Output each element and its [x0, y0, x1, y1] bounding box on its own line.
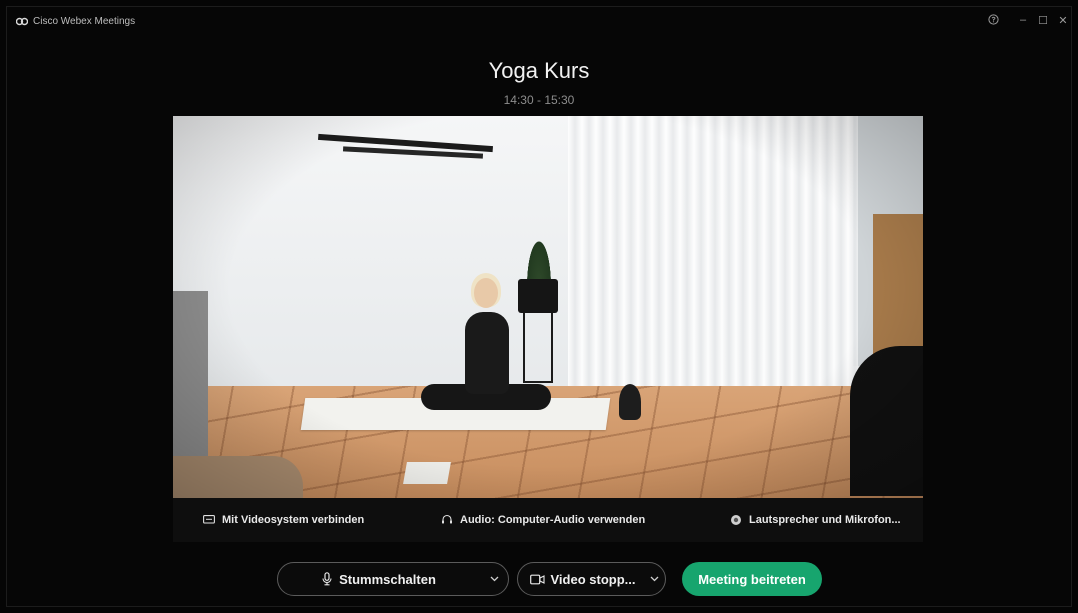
audio-connection-label: Audio: Computer-Audio verwenden [460, 514, 646, 526]
help-icon[interactable] [985, 14, 1001, 28]
camera-icon [529, 574, 545, 584]
stop-video-button[interactable]: Video stopp... [518, 563, 643, 595]
close-icon[interactable]: ✕ [1055, 14, 1071, 27]
meeting-title: Yoga Kurs [488, 58, 590, 83]
microphone-icon [322, 572, 332, 586]
meeting-time: 14:30 - 15:30 [503, 93, 575, 107]
mute-options-dropdown[interactable] [480, 563, 508, 595]
video-control: Video stopp... [517, 562, 666, 596]
audio-connection-button[interactable]: Audio: Computer-Audio verwenden [441, 498, 645, 542]
speaker-microphone-label: Lautsprecher und Mikrofon... [749, 514, 901, 526]
maximize-icon[interactable]: ☐ [1035, 14, 1051, 27]
app-window: Cisco Webex Meetings – ☐ ✕ Yoga Kurs 14:… [6, 6, 1072, 607]
chevron-down-icon [650, 576, 658, 582]
video-preview [173, 116, 923, 498]
stop-video-label: Video stopp... [550, 571, 636, 587]
chevron-down-icon [490, 576, 498, 582]
join-meeting-button[interactable]: Meeting beitreten [682, 562, 822, 596]
speaker-microphone-settings-button[interactable]: Lautsprecher und Mikrofon... [730, 498, 901, 542]
speaker-icon [731, 515, 741, 525]
title-bar: Cisco Webex Meetings – ☐ ✕ [7, 7, 1071, 37]
app-title: Cisco Webex Meetings [33, 16, 136, 27]
connect-video-system-label: Mit Videosystem verbinden [222, 514, 365, 526]
scene-vignette [173, 116, 923, 498]
mute-button[interactable]: Stummschalten [278, 563, 480, 595]
video-system-icon [203, 515, 215, 524]
connect-video-system-button[interactable]: Mit Videosystem verbinden [203, 498, 364, 542]
mute-label: Stummschalten [339, 571, 436, 587]
webex-logo-icon [16, 17, 28, 26]
headset-icon [442, 514, 452, 524]
video-options-dropdown[interactable] [643, 563, 665, 595]
mute-control: Stummschalten [277, 562, 509, 596]
audio-video-options-bar: Mit Videosystem verbinden Audio: Compute… [173, 498, 923, 542]
minimize-icon[interactable]: – [1015, 14, 1031, 26]
